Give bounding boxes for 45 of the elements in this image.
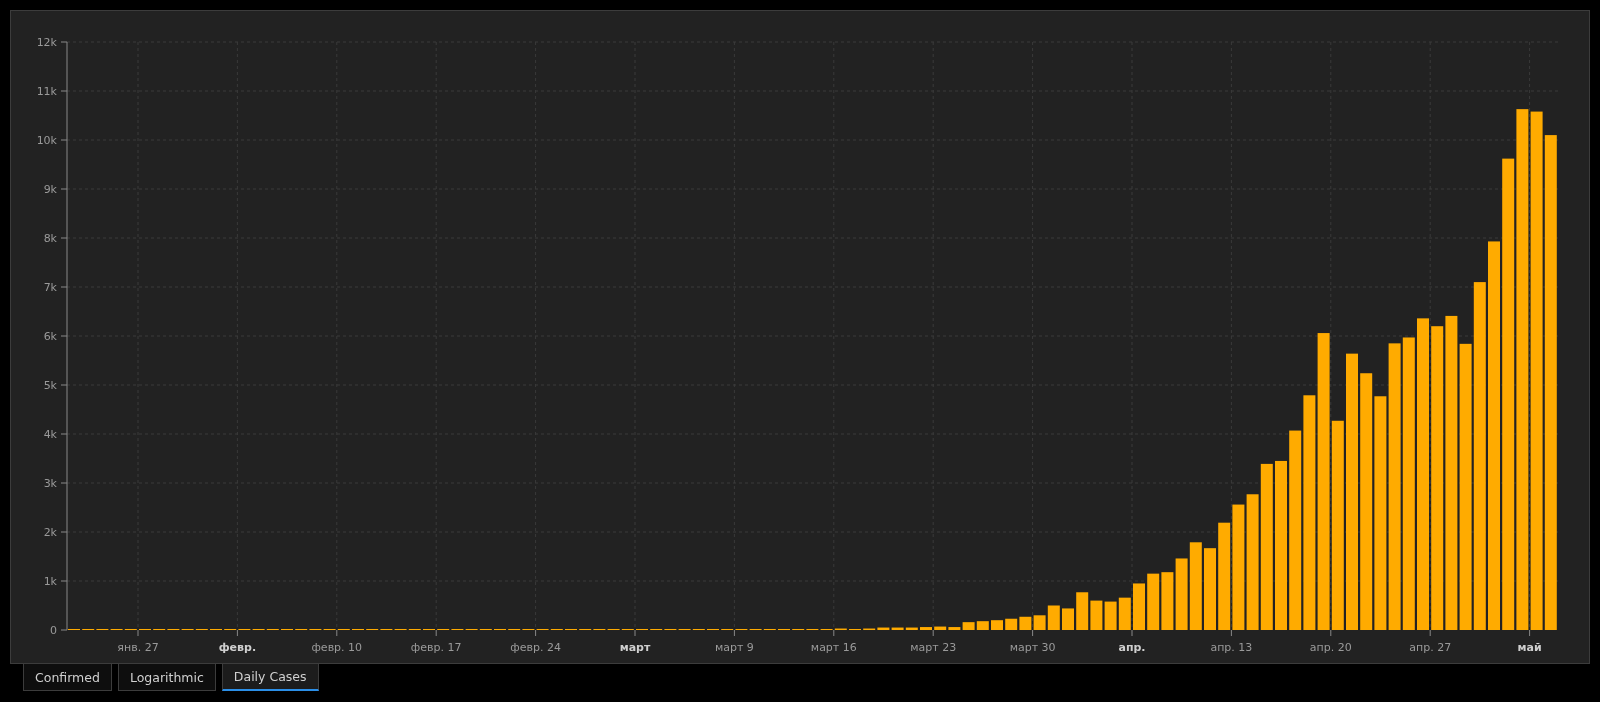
tab[interactable]: Confirmed xyxy=(23,664,112,691)
axis-label: апр. 27 xyxy=(1409,640,1452,656)
axis-label: март 16 xyxy=(810,640,857,656)
axis-label: февр. 17 xyxy=(410,640,462,656)
axis-label: 4k xyxy=(43,428,57,441)
axis-label: февр. 24 xyxy=(510,640,561,656)
axis-label: 5k xyxy=(43,379,57,392)
bar xyxy=(1133,583,1145,630)
axis-label: 8k xyxy=(43,232,57,245)
axis-label: 10k xyxy=(36,134,57,147)
bar xyxy=(1161,572,1174,630)
bar xyxy=(991,620,1003,630)
axis-label: апр. 20 xyxy=(1309,640,1352,656)
axis-label: март 9 xyxy=(714,640,754,656)
bar xyxy=(1104,601,1117,630)
tab[interactable]: Daily Cases xyxy=(221,664,319,691)
axis-label: 0 xyxy=(50,624,57,637)
axis-label: март xyxy=(619,640,651,656)
bar xyxy=(976,621,989,630)
bar xyxy=(1076,592,1089,630)
bar xyxy=(1019,616,1032,630)
bar xyxy=(1062,608,1074,630)
bar xyxy=(920,627,932,630)
axis-label: апр. 13 xyxy=(1210,640,1253,656)
axis-label: 1k xyxy=(43,575,57,588)
axis-label: 2k xyxy=(43,526,57,539)
axis-label: март 30 xyxy=(1009,640,1056,656)
bar xyxy=(1147,573,1160,630)
axis-label: янв. 27 xyxy=(117,640,159,656)
axis-label: март 23 xyxy=(910,640,957,656)
axis-label: апр. xyxy=(1118,640,1146,656)
axis-label: 3k xyxy=(43,477,57,490)
bar xyxy=(1118,597,1131,630)
axis-label: май xyxy=(1517,640,1542,656)
axis-label: 12k xyxy=(36,36,57,49)
axis-label: февр. xyxy=(218,640,257,656)
bar xyxy=(1175,558,1188,630)
bar xyxy=(1005,618,1018,630)
axis-label: 7k xyxy=(43,281,57,294)
bar xyxy=(1090,600,1103,630)
axis-label: 11k xyxy=(36,85,57,98)
axis-label: 9k xyxy=(43,183,57,196)
tab[interactable]: Logarithmic xyxy=(117,664,216,691)
axis-label: 6k xyxy=(43,330,57,343)
axis-label: февр. 10 xyxy=(311,640,363,656)
